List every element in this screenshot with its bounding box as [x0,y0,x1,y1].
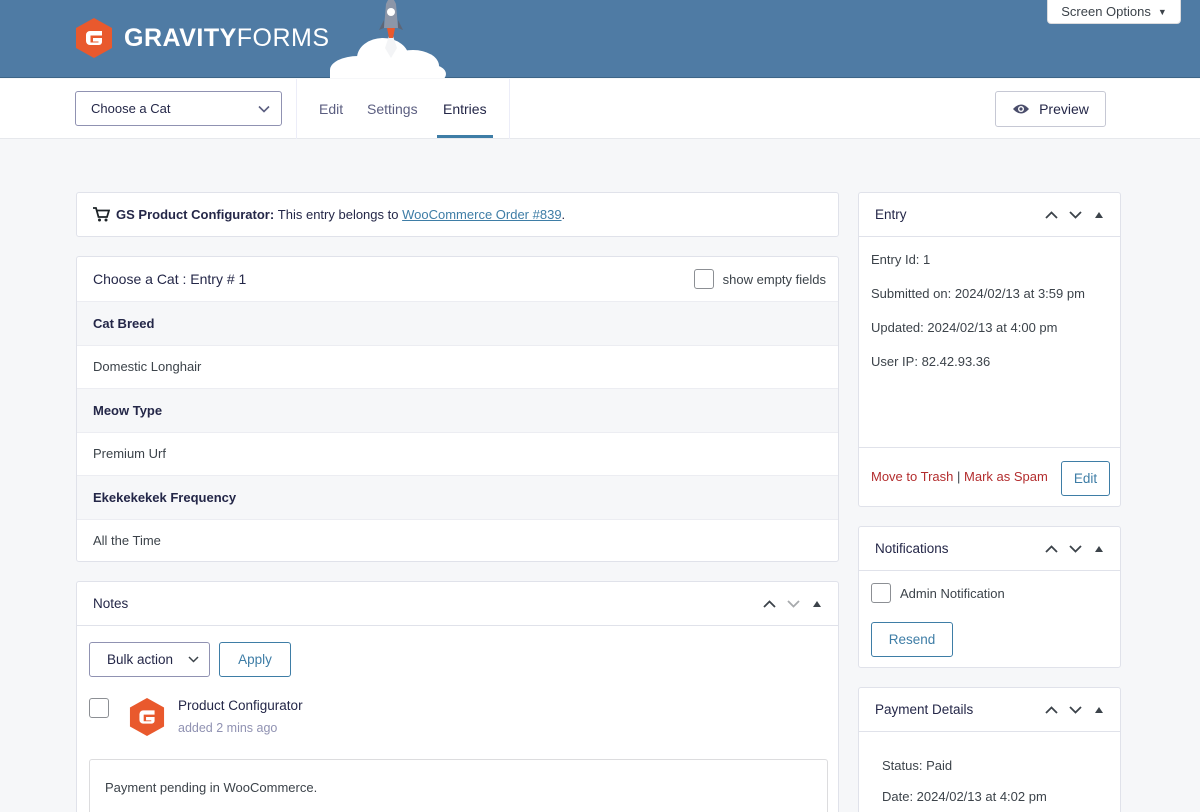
move-up-icon[interactable] [1044,542,1058,556]
move-down-icon[interactable] [1068,703,1082,717]
gravity-forms-logo-icon [76,18,112,58]
note-content: Payment pending in WooCommerce. [89,759,828,812]
notes-header: Notes [77,582,838,626]
entry-detail-box: Choose a Cat : Entry # 1 show empty fiel… [76,256,839,562]
edit-entry-button[interactable]: Edit [1061,461,1110,496]
notes-title: Notes [93,596,129,611]
note-select-checkbox[interactable] [89,698,109,718]
bulk-action-select[interactable]: Bulk action [89,642,210,677]
payment-status: Status: Paid [882,758,953,773]
admin-notification-checkbox[interactable] [871,583,891,603]
entry-id: Entry Id: 1 [871,252,931,267]
tab-entries[interactable]: Entries [443,101,487,117]
entry-info-box: Entry Entry Id: 1 Submitted on: 2024/02/… [858,192,1121,507]
field-label: Ekekekekek Frequency [77,475,838,519]
form-switcher-select[interactable]: Choose a Cat [75,91,282,126]
field-value: Premium Urf [77,431,838,476]
entry-info-header: Entry [859,193,1120,237]
entry-title: Choose a Cat : Entry # 1 [93,271,247,287]
show-empty-checkbox[interactable] [693,269,714,289]
preview-button[interactable]: Preview [995,91,1106,127]
updated-date: Updated: 2024/02/13 at 4:00 pm [871,320,1058,335]
apply-button[interactable]: Apply [219,642,291,677]
admin-notification-option[interactable]: Admin Notification [871,583,1005,603]
cart-icon [93,207,110,222]
entry-detail-header: Choose a Cat : Entry # 1 show empty fiel… [77,257,838,301]
toggle-panel-icon[interactable] [1092,542,1106,556]
note-timestamp: added 2 mins ago [178,721,278,735]
user-ip: User IP: 82.42.93.36 [871,354,991,369]
field-value: Domestic Longhair [77,344,838,389]
woocommerce-order-link[interactable]: WooCommerce Order #839 [402,207,561,222]
tab-settings[interactable]: Settings [367,101,418,117]
payment-date: Date: 2024/02/13 at 4:02 pm [882,789,1047,804]
gravity-forms-logo[interactable]: GRAVITYFORMS [75,17,330,59]
toggle-panel-icon[interactable] [810,597,824,611]
toggle-panel-icon[interactable] [1092,208,1106,222]
top-header: GRAVITYFORMS Screen Options ▼ [0,0,1200,78]
eye-icon [1013,104,1030,114]
entry-info-title: Entry [875,207,907,222]
rocket-illustration [330,0,446,78]
tab-edit[interactable]: Edit [319,101,343,117]
logo-wordmark: GRAVITYFORMS [124,23,330,52]
caret-down-icon: ▼ [1157,6,1167,17]
payment-details-box: Payment Details Status: Paid Date: 2024/… [858,687,1121,812]
payment-details-title: Payment Details [875,702,974,717]
field-value: All the Time [77,518,838,563]
move-down-icon[interactable] [1068,542,1082,556]
move-up-icon[interactable] [1044,208,1058,222]
avatar [129,698,165,736]
chevron-down-icon [258,105,270,113]
field-label: Cat Breed [77,301,838,345]
active-tab-indicator [437,135,493,138]
move-down-icon[interactable] [1068,208,1082,222]
submitted-date: Submitted on: 2024/02/13 at 3:59 pm [871,286,1085,301]
move-down-icon[interactable] [786,597,800,611]
notifications-header: Notifications [859,527,1120,571]
order-notice: GS Product Configurator: This entry belo… [76,192,839,237]
move-to-trash-link[interactable]: Move to Trash [871,469,953,484]
notifications-box: Notifications Admin Notification Resend [858,526,1121,668]
toggle-panel-icon[interactable] [1092,703,1106,717]
notice-text: This entry belongs to [277,207,399,222]
field-label: Meow Type [77,388,838,432]
mark-as-spam-link[interactable]: Mark as Spam [964,469,1048,484]
move-up-icon[interactable] [1044,703,1058,717]
entry-actions: Move to Trash | Mark as Spam Edit [859,447,1120,507]
note-author: Product Configurator [178,698,303,713]
screen-options-button[interactable]: Screen Options ▼ [1047,0,1181,24]
notes-box: Notes Bulk action Apply Product Configur… [76,581,839,812]
toolbar-divider [296,79,297,139]
show-empty-fields-toggle[interactable]: show empty fields [693,269,826,289]
notice-title: GS Product Configurator: [116,207,275,222]
resend-button[interactable]: Resend [871,622,953,657]
move-up-icon[interactable] [762,597,776,611]
payment-details-header: Payment Details [859,688,1120,732]
toolbar-divider [509,79,510,139]
form-toolbar: Choose a Cat Edit Settings Entries Previ… [0,79,1200,139]
notifications-title: Notifications [875,541,949,556]
chevron-down-icon [188,656,199,663]
